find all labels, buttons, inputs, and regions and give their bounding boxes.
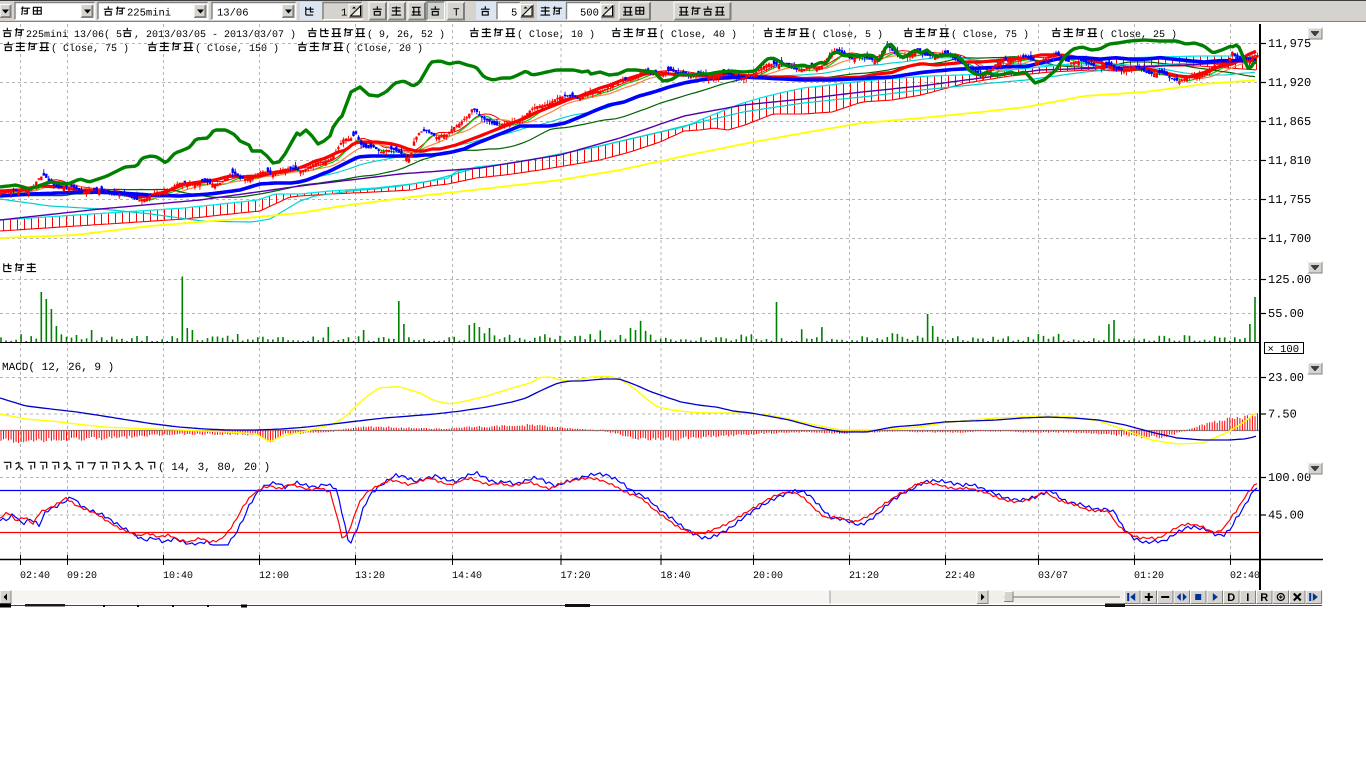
svg-text:100.00: 100.00 — [1268, 471, 1311, 485]
svg-text:I: I — [1246, 592, 1249, 604]
svg-text:MACD( 12, 26, 9 ): MACD( 12, 26, 9 ) — [2, 362, 114, 374]
svg-text:11,975: 11,975 — [1268, 37, 1311, 51]
svg-text:( Close, 25 ): ( Close, 25 ) — [1099, 29, 1177, 41]
svg-text:5: 5 — [511, 8, 517, 20]
svg-text:125.00: 125.00 — [1268, 273, 1311, 287]
svg-text:7.50: 7.50 — [1268, 408, 1297, 422]
svg-text:( Close, 5 ): ( Close, 5 ) — [811, 29, 883, 41]
svg-text:225mini 13/06( 5: 225mini 13/06( 5 — [26, 29, 122, 41]
svg-text:500: 500 — [580, 8, 599, 20]
svg-text:21:20: 21:20 — [849, 571, 879, 582]
svg-text:14:40: 14:40 — [452, 571, 482, 582]
svg-text:09:20: 09:20 — [67, 571, 97, 582]
svg-text:22:40: 22:40 — [945, 571, 975, 582]
svg-text:( Close, 20 ): ( Close, 20 ) — [345, 43, 423, 55]
svg-text:02:40: 02:40 — [1230, 571, 1260, 582]
svg-text:D: D — [1227, 592, 1235, 604]
svg-text:1: 1 — [341, 8, 347, 20]
svg-text:11,920: 11,920 — [1268, 76, 1311, 90]
svg-text:( 9, 26, 52 ): ( 9, 26, 52 ) — [367, 29, 445, 41]
svg-text:( Close, 10 ): ( Close, 10 ) — [517, 29, 595, 41]
svg-text:11,865: 11,865 — [1268, 115, 1311, 129]
svg-text:12:00: 12:00 — [259, 571, 289, 582]
svg-text:20:00: 20:00 — [753, 571, 783, 582]
svg-text:18:40: 18:40 — [661, 571, 691, 582]
svg-text:, 2013/03/05 - 2013/03/07 ): , 2013/03/05 - 2013/03/07 ) — [134, 29, 296, 41]
svg-text:11,755: 11,755 — [1268, 193, 1311, 207]
svg-text:02:40: 02:40 — [20, 571, 50, 582]
svg-text:( 14, 3, 80, 20 ): ( 14, 3, 80, 20 ) — [158, 462, 270, 474]
svg-text:17:20: 17:20 — [561, 571, 591, 582]
svg-text:13/06: 13/06 — [217, 8, 249, 20]
svg-text:( Close, 150 ): ( Close, 150 ) — [195, 43, 279, 55]
svg-text:× 100: × 100 — [1268, 344, 1300, 356]
svg-text:55.00: 55.00 — [1268, 307, 1304, 321]
svg-text:( Close, 75 ): ( Close, 75 ) — [951, 29, 1029, 41]
svg-text:( Close, 40 ): ( Close, 40 ) — [659, 29, 737, 41]
svg-text:R: R — [1260, 592, 1268, 604]
svg-text:11,700: 11,700 — [1268, 232, 1311, 246]
svg-text:10:40: 10:40 — [163, 571, 193, 582]
svg-text:03/07: 03/07 — [1038, 570, 1068, 582]
svg-text:23.00: 23.00 — [1268, 371, 1304, 385]
svg-text:225mini: 225mini — [127, 8, 171, 20]
svg-text:45.00: 45.00 — [1268, 509, 1304, 523]
svg-text:11,810: 11,810 — [1268, 154, 1311, 168]
svg-text:01:20: 01:20 — [1134, 571, 1164, 582]
svg-text:( Close, 75 ): ( Close, 75 ) — [51, 43, 129, 55]
svg-text:13:20: 13:20 — [355, 571, 385, 582]
svg-text:T: T — [453, 8, 460, 20]
